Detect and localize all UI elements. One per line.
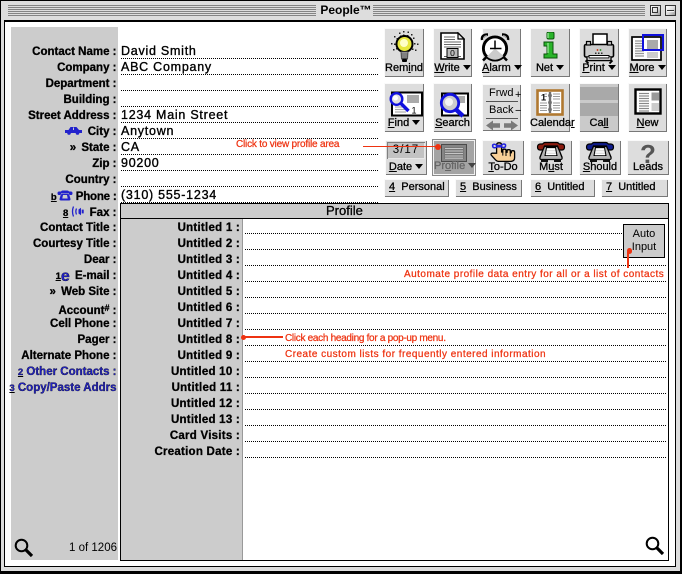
svg-text:0: 0 [450, 48, 455, 58]
svg-text:1: 1 [411, 106, 416, 116]
